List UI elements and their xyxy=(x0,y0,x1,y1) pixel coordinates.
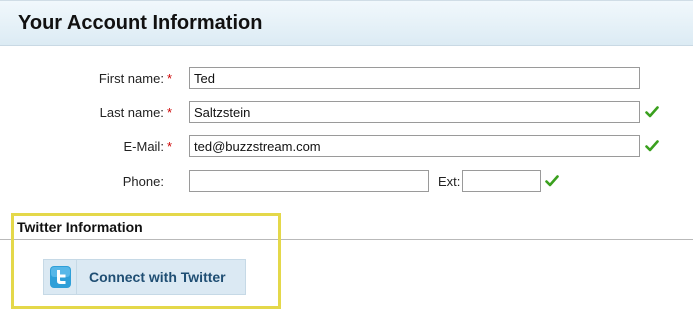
first-name-label-text: First name: xyxy=(98,71,164,86)
twitter-bird-icon xyxy=(50,266,71,288)
last-name-label-text: Last name: xyxy=(99,105,164,120)
ext-field[interactable] xyxy=(462,170,541,192)
required-marker: * xyxy=(166,105,172,120)
last-name-label: Last name: * xyxy=(12,105,172,120)
valid-check-icon xyxy=(545,175,559,187)
first-name-field[interactable] xyxy=(189,67,640,89)
phone-label-text: Phone: xyxy=(122,174,164,189)
valid-check-icon xyxy=(645,140,659,152)
first-name-label: First name: * xyxy=(12,71,172,86)
connect-with-twitter-button[interactable]: Connect with Twitter xyxy=(43,259,246,295)
required-marker: * xyxy=(166,139,172,154)
page-header: Your Account Information xyxy=(0,0,693,46)
email-label-text: E-Mail: xyxy=(123,139,164,154)
phone-label: Phone:* xyxy=(12,174,172,189)
phone-field[interactable] xyxy=(189,170,429,192)
twitter-section-title: Twitter Information xyxy=(17,219,143,235)
connect-with-twitter-label: Connect with Twitter xyxy=(89,269,226,285)
required-marker: * xyxy=(166,71,172,86)
page-title: Your Account Information xyxy=(18,12,263,34)
valid-check-icon xyxy=(645,106,659,118)
twitter-icon-wrap xyxy=(44,260,77,294)
email-label: E-Mail: * xyxy=(12,139,172,154)
last-name-field[interactable] xyxy=(189,101,640,123)
email-field[interactable] xyxy=(189,135,640,157)
ext-label: Ext: xyxy=(438,174,461,189)
